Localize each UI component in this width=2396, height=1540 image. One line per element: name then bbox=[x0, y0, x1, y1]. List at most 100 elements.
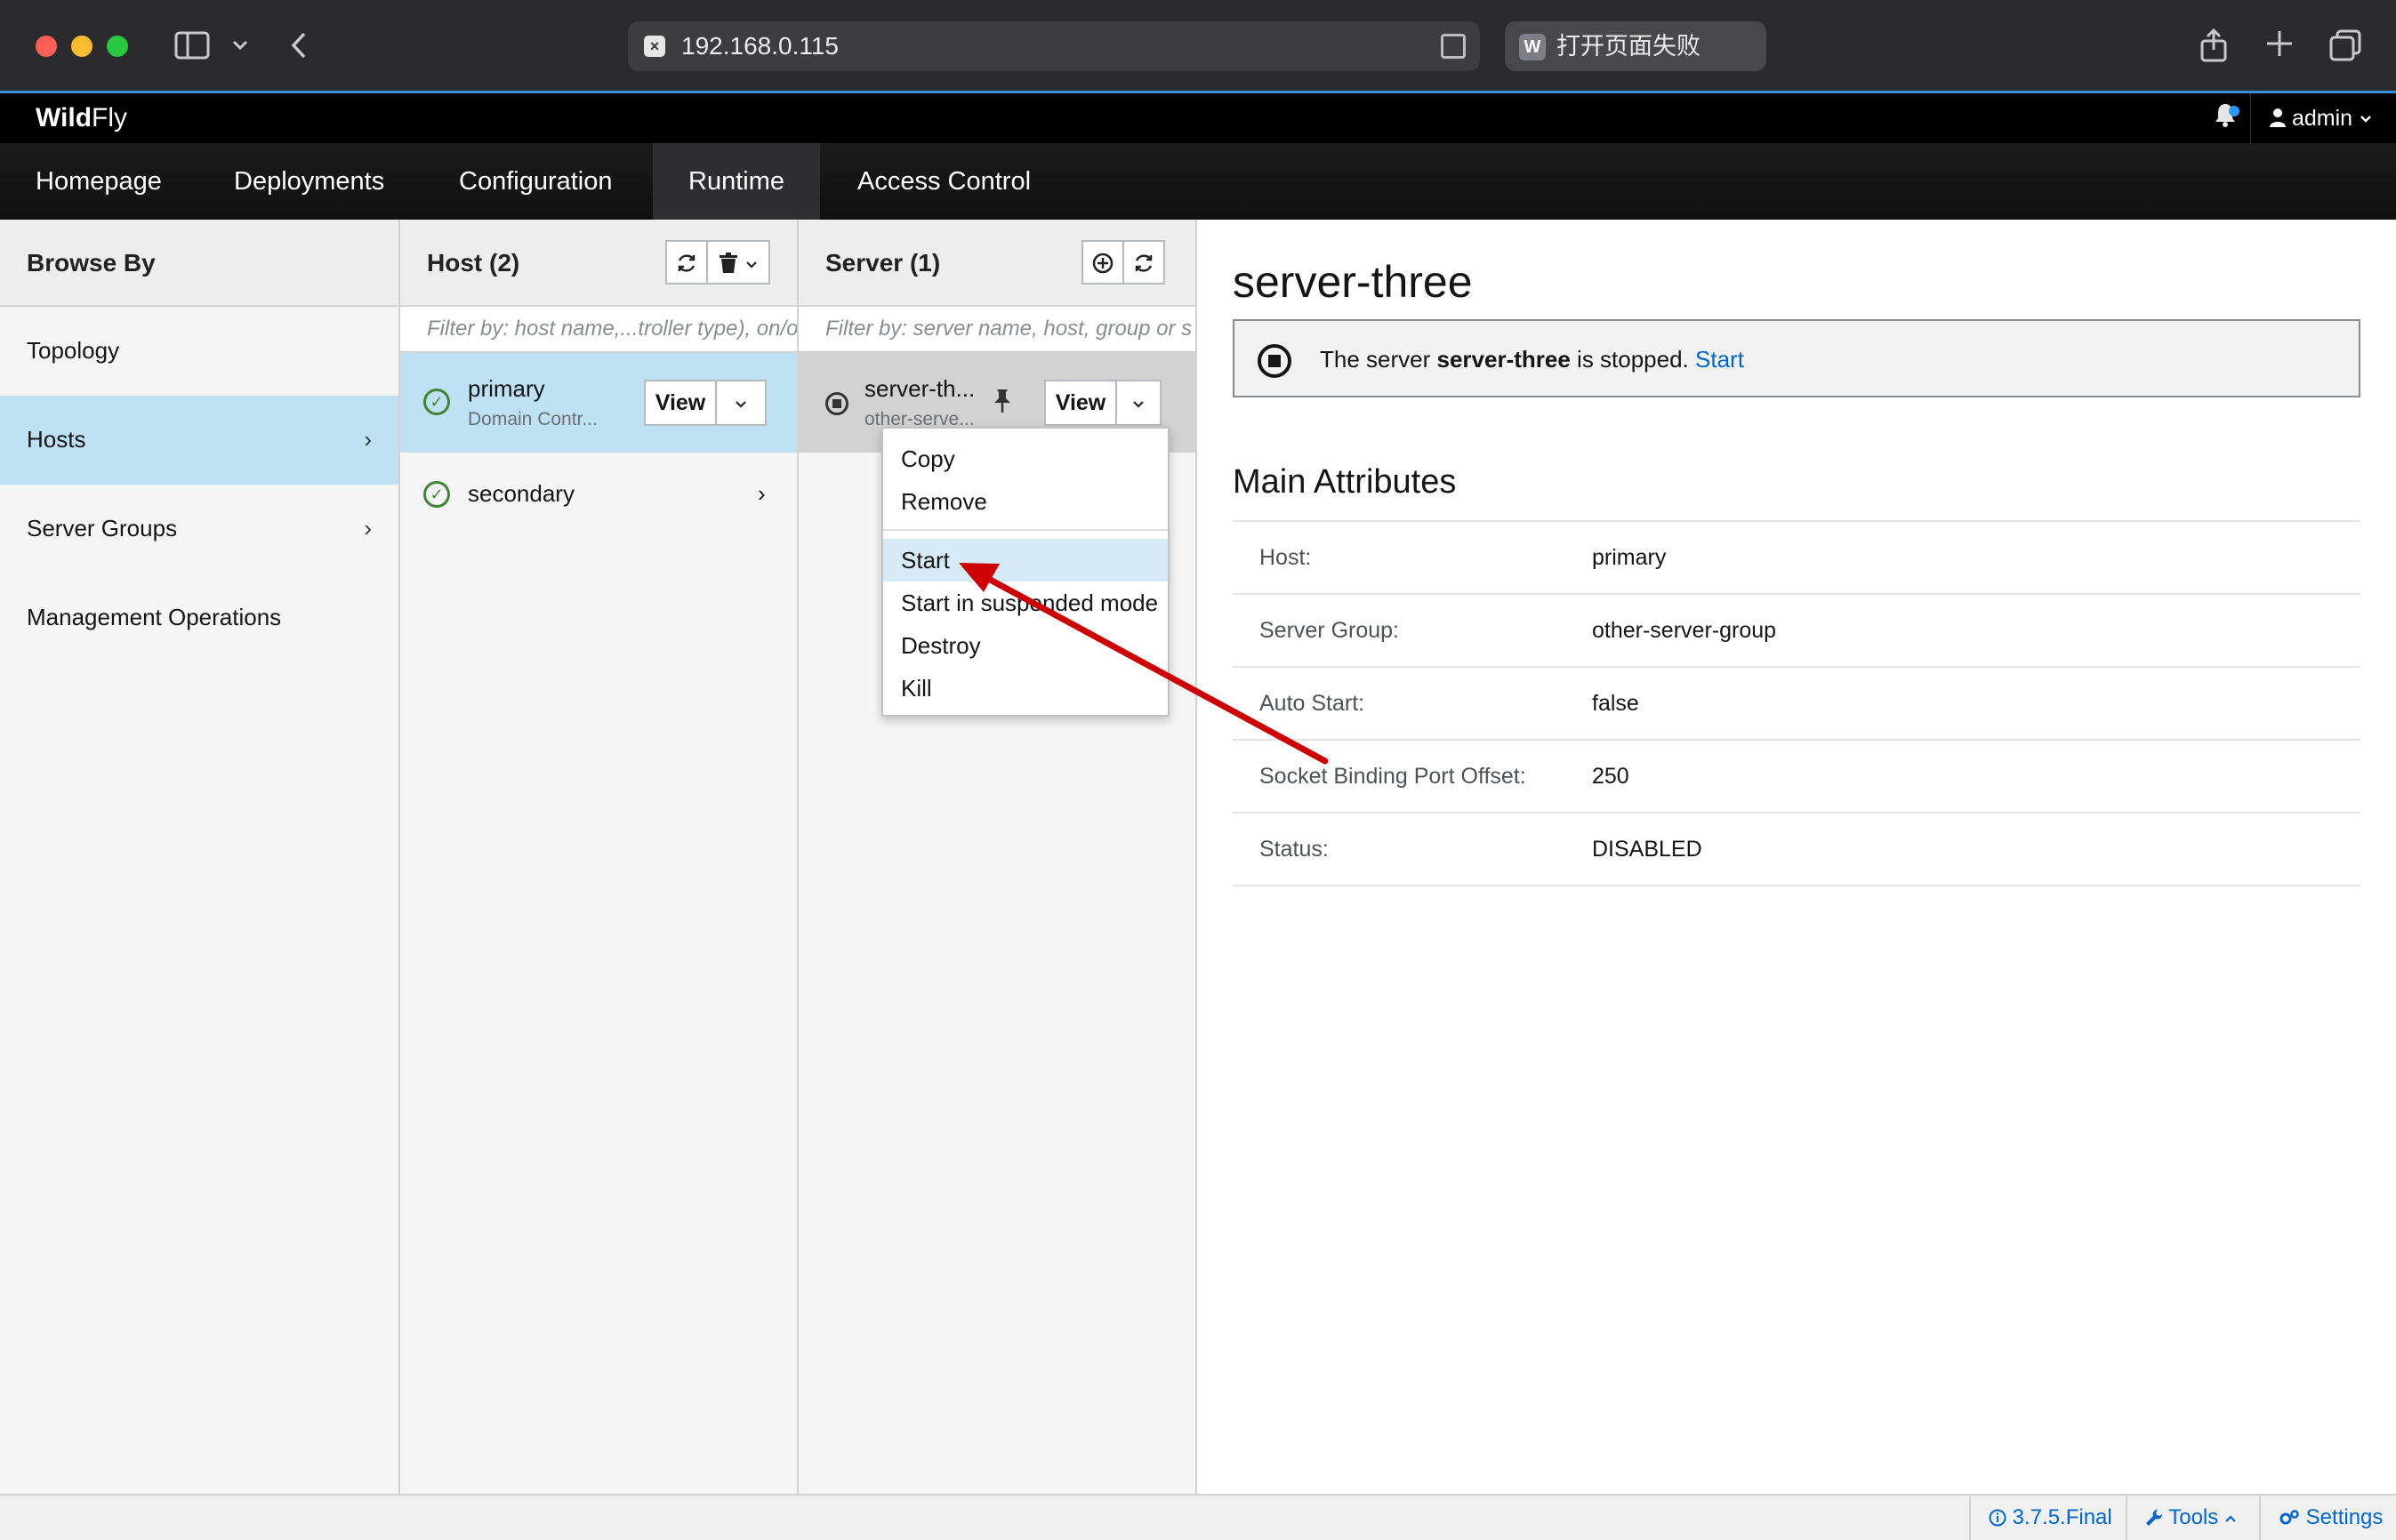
menu-item-start[interactable]: Start bbox=[883, 539, 1168, 582]
wrench-icon bbox=[2145, 1505, 2168, 1529]
pin-icon[interactable] bbox=[993, 389, 1012, 418]
host-actions-dropdown-button[interactable] bbox=[715, 380, 767, 426]
server-header: Server (1) bbox=[799, 220, 1195, 307]
reader-icon[interactable] bbox=[1441, 34, 1466, 59]
main-attributes-title: Main Attributes bbox=[1233, 463, 1457, 501]
attr-row-server-group: Server Group: other-server-group bbox=[1233, 593, 2360, 666]
browse-item-management-operations[interactable]: Management Operations bbox=[0, 573, 398, 662]
browse-item-hosts[interactable]: Hosts › bbox=[0, 396, 398, 485]
start-server-link[interactable]: Start bbox=[1695, 346, 1744, 373]
stopped-icon bbox=[1258, 344, 1291, 378]
attr-row-status: Status: DISABLED bbox=[1233, 812, 2360, 886]
server-filter-input[interactable]: Filter by: server name, host, group or s bbox=[799, 307, 1195, 353]
plus-circle-icon bbox=[1092, 249, 1114, 276]
refresh-icon bbox=[1133, 249, 1154, 276]
browser-tab[interactable]: W 打开页面失败 bbox=[1505, 21, 1766, 71]
host-name: secondary bbox=[468, 480, 575, 507]
host-item-primary[interactable]: ✓ primary Domain Contr... View bbox=[400, 353, 797, 453]
tab-overview-icon[interactable] bbox=[2328, 28, 2362, 68]
browser-toolbar: × 192.168.0.115 W 打开页面失败 bbox=[0, 0, 2396, 93]
host-link[interactable]: primary bbox=[1592, 543, 1666, 572]
site-error-icon: × bbox=[644, 36, 665, 57]
menu-item-kill[interactable]: Kill bbox=[883, 667, 1168, 710]
refresh-icon bbox=[676, 249, 697, 276]
share-icon[interactable] bbox=[2199, 28, 2229, 68]
user-menu[interactable]: admin bbox=[2270, 104, 2373, 132]
host-item-secondary[interactable]: ✓ secondary › bbox=[400, 453, 797, 538]
remove-hosts-dropdown-button[interactable] bbox=[706, 240, 770, 285]
server-actions-dropdown-button[interactable] bbox=[1115, 380, 1162, 426]
tab-title: 打开页面失败 bbox=[1556, 33, 1701, 60]
chevron-right-icon: › bbox=[758, 480, 766, 507]
status-footer: 3.7.5.Final Tools Settings bbox=[0, 1494, 2396, 1540]
add-server-button[interactable] bbox=[1081, 240, 1124, 285]
host-subtitle: Domain Contr... bbox=[468, 409, 598, 429]
chevron-up-icon bbox=[2224, 1505, 2237, 1529]
settings-button[interactable]: Settings bbox=[2259, 1496, 2396, 1540]
server-actions-menu: Copy Remove Start Start in suspended mod… bbox=[881, 427, 1170, 717]
menu-item-start-suspended[interactable]: Start in suspended mode bbox=[883, 582, 1168, 624]
nav-runtime[interactable]: Runtime bbox=[653, 143, 820, 220]
check-circle-icon: ✓ bbox=[423, 389, 450, 415]
trash-icon bbox=[719, 249, 744, 276]
alert-message: The server server-three is stopped. Star… bbox=[1320, 346, 1744, 373]
host-name: primary bbox=[468, 375, 545, 402]
browse-item-server-groups[interactable]: Server Groups › bbox=[0, 485, 398, 573]
wildfly-logo[interactable]: WildFly bbox=[36, 102, 127, 134]
sidebar-toggle-icon[interactable] bbox=[174, 30, 210, 66]
info-icon bbox=[1989, 1505, 2013, 1529]
nav-configuration[interactable]: Configuration bbox=[423, 143, 648, 220]
refresh-servers-button[interactable] bbox=[1122, 240, 1165, 285]
browse-by-column: Browse By Topology Hosts › Server Groups… bbox=[0, 220, 400, 1494]
close-window-button[interactable] bbox=[36, 36, 57, 57]
server-title: Server (1) bbox=[825, 249, 941, 277]
version-button[interactable]: 3.7.5.Final bbox=[1969, 1496, 2126, 1540]
chevron-down-icon bbox=[745, 249, 758, 276]
menu-item-remove[interactable]: Remove bbox=[883, 480, 1168, 523]
menu-item-copy[interactable]: Copy bbox=[883, 437, 1168, 480]
menu-item-destroy[interactable]: Destroy bbox=[883, 624, 1168, 667]
nav-homepage[interactable]: Homepage bbox=[0, 143, 197, 220]
check-circle-icon: ✓ bbox=[423, 481, 450, 508]
minimize-window-button[interactable] bbox=[71, 36, 92, 57]
nav-access-control[interactable]: Access Control bbox=[822, 143, 1066, 220]
stopped-icon bbox=[825, 392, 848, 415]
browse-by-title: Browse By bbox=[27, 249, 156, 277]
main-nav: Homepage Deployments Configuration Runti… bbox=[0, 143, 2396, 220]
server-name: server-th... bbox=[864, 375, 976, 402]
chevron-down-icon bbox=[734, 390, 748, 415]
host-header: Host (2) bbox=[400, 220, 797, 307]
zoom-window-button[interactable] bbox=[107, 36, 128, 57]
back-icon[interactable] bbox=[288, 30, 310, 66]
user-icon bbox=[2270, 106, 2292, 131]
server-group-link[interactable]: other-server-group bbox=[1592, 616, 1776, 645]
tab-favicon-icon: W bbox=[1519, 34, 1546, 60]
host-filter-input[interactable]: Filter by: host name,...troller type), o… bbox=[400, 307, 797, 353]
attr-row-host: Host: primary bbox=[1233, 520, 2360, 593]
browse-item-topology[interactable]: Topology bbox=[0, 307, 398, 396]
detail-title: server-three bbox=[1233, 257, 1473, 307]
address-bar[interactable]: × 192.168.0.115 bbox=[628, 21, 1480, 71]
chevron-down-icon[interactable] bbox=[229, 30, 251, 69]
attr-row-port-offset: Socket Binding Port Offset: 250 bbox=[1233, 739, 2360, 812]
new-tab-icon[interactable] bbox=[2264, 28, 2295, 64]
attr-row-auto-start: Auto Start: false bbox=[1233, 666, 2360, 739]
menu-divider bbox=[883, 529, 1168, 531]
view-host-button[interactable]: View bbox=[644, 380, 717, 426]
chevron-right-icon: › bbox=[364, 515, 372, 541]
server-column: Server (1) Filter by: server name, host,… bbox=[799, 220, 1197, 1494]
nav-deployments[interactable]: Deployments bbox=[198, 143, 420, 220]
chevron-right-icon: › bbox=[364, 426, 372, 453]
server-subtitle: other-serve... bbox=[864, 409, 975, 428]
refresh-hosts-button[interactable] bbox=[665, 240, 708, 285]
notification-badge bbox=[2229, 106, 2239, 116]
brand-bar: WildFly bbox=[0, 93, 2396, 143]
chevron-down-icon bbox=[2359, 106, 2373, 131]
tools-menu-button[interactable]: Tools bbox=[2126, 1496, 2259, 1540]
host-title: Host (2) bbox=[427, 249, 520, 277]
view-server-button[interactable]: View bbox=[1044, 380, 1117, 426]
url-text: 192.168.0.115 bbox=[681, 32, 839, 60]
server-status-alert: The server server-three is stopped. Star… bbox=[1233, 319, 2360, 397]
host-column: Host (2) Filter by: host name,...troller… bbox=[400, 220, 799, 1494]
user-name: admin bbox=[2291, 106, 2353, 131]
